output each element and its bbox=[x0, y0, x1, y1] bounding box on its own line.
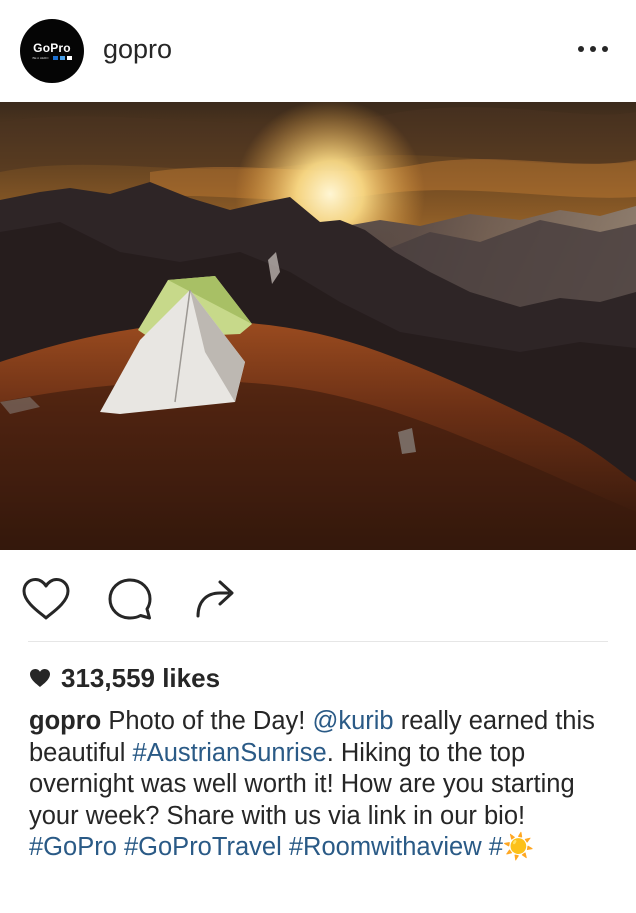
more-dot bbox=[590, 46, 596, 52]
post-actions bbox=[0, 550, 636, 640]
logo-lightblue-block bbox=[59, 56, 65, 60]
divider bbox=[28, 641, 608, 642]
more-dot bbox=[578, 46, 584, 52]
share-arrow-icon[interactable] bbox=[192, 576, 238, 622]
hashtag-link[interactable]: #Roomwithaview bbox=[289, 833, 482, 861]
hashtag-link[interactable]: #GoPro bbox=[29, 833, 117, 861]
logo-white-block bbox=[66, 56, 72, 60]
logo-blue-block bbox=[52, 56, 58, 60]
more-dot bbox=[602, 46, 608, 52]
post-photo[interactable] bbox=[0, 102, 636, 550]
caption-text bbox=[117, 833, 124, 861]
likes-row[interactable]: 313,559 likes bbox=[29, 660, 220, 696]
like-heart-icon[interactable] bbox=[20, 576, 72, 622]
caption-text: Photo of the Day! bbox=[101, 707, 313, 735]
caption-username[interactable]: gopro bbox=[29, 707, 101, 735]
post-caption: gopro Photo of the Day! @kurib really ea… bbox=[29, 706, 614, 864]
gopro-logo-mark: BE A HERO bbox=[32, 56, 72, 60]
hashtag-link[interactable]: #AustrianSunrise bbox=[133, 739, 327, 767]
sun-emoji: ☀️ bbox=[502, 833, 535, 861]
avatar[interactable]: GoPro BE A HERO bbox=[20, 19, 84, 83]
heart-filled-icon bbox=[30, 669, 50, 687]
mention-link[interactable]: @kurib bbox=[312, 707, 393, 735]
comment-bubble-icon[interactable] bbox=[106, 576, 154, 622]
gopro-logo-text: GoPro bbox=[33, 41, 71, 55]
sunrise-tent-photo bbox=[0, 102, 636, 550]
hashtag-link[interactable]: #GoProTravel bbox=[124, 833, 282, 861]
likes-count: 313,559 likes bbox=[61, 662, 221, 693]
more-options-icon[interactable] bbox=[578, 39, 608, 59]
caption-text bbox=[482, 833, 489, 861]
gopro-logo-subtext: BE A HERO bbox=[32, 56, 49, 60]
hashtag-link[interactable]: # bbox=[489, 833, 503, 861]
caption-text bbox=[282, 833, 289, 861]
post-header: GoPro BE A HERO gopro bbox=[0, 0, 636, 102]
post-username[interactable]: gopro bbox=[103, 34, 172, 65]
